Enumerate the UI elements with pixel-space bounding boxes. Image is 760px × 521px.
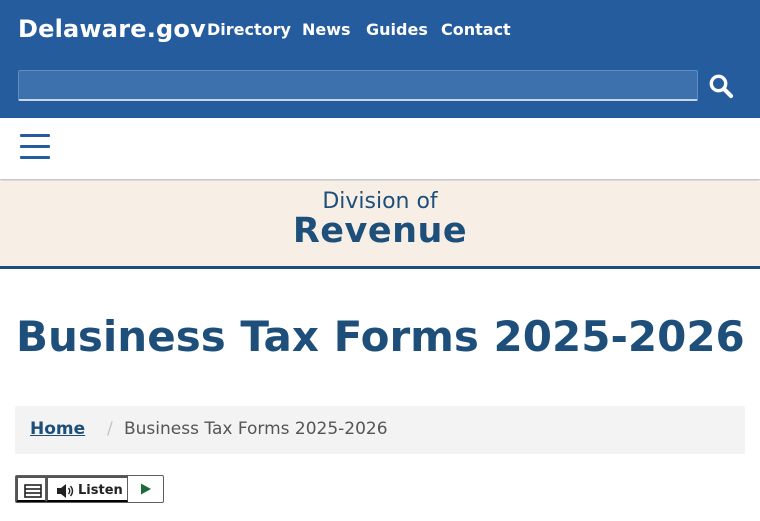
nav-link-contact[interactable]: Contact [441, 20, 511, 39]
breadcrumb-separator: / [107, 419, 113, 439]
division-banner[interactable]: Division of Revenue [0, 181, 760, 269]
hamburger-menu-button[interactable] [18, 132, 52, 162]
search-icon [709, 74, 734, 98]
listen-menu-button[interactable] [16, 476, 46, 502]
play-button[interactable] [128, 476, 163, 502]
speaker-icon [57, 484, 74, 498]
hamburger-line [20, 156, 50, 159]
listen-toolbar: Listen [15, 475, 164, 503]
breadcrumb: Home / Business Tax Forms 2025-2026 [15, 406, 745, 454]
page-title: Business Tax Forms 2025-2026 [16, 312, 745, 361]
search-input[interactable] [18, 70, 698, 101]
banner-title: Revenue [292, 211, 468, 251]
nav-link-news[interactable]: News [302, 20, 351, 39]
site-logo[interactable]: Delaware.gov [18, 15, 206, 43]
menu-icon [24, 484, 42, 498]
listen-button[interactable]: Listen [46, 476, 128, 502]
play-icon [141, 483, 151, 495]
nav-link-directory[interactable]: Directory [207, 20, 291, 39]
hamburger-line [20, 145, 50, 148]
nav-link-guides[interactable]: Guides [366, 20, 428, 39]
search-button[interactable] [706, 72, 736, 102]
menu-bar [0, 118, 760, 180]
breadcrumb-current: Business Tax Forms 2025-2026 [124, 419, 388, 439]
site-header: Delaware.gov Directory News Guides Conta… [0, 0, 760, 118]
listen-label: Listen [78, 483, 123, 498]
hamburger-line [20, 134, 50, 137]
breadcrumb-home-link[interactable]: Home [30, 419, 85, 439]
